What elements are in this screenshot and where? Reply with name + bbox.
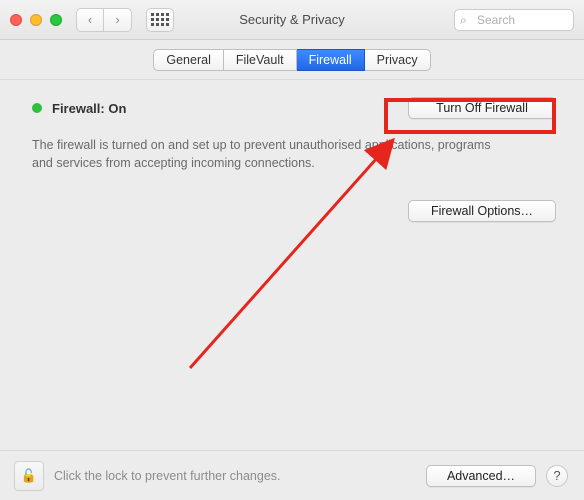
- tab-segmented-control: General FileVault Firewall Privacy: [153, 49, 430, 71]
- firewall-description: The firewall is turned on and set up to …: [32, 137, 512, 172]
- search-input[interactable]: [454, 9, 574, 31]
- tab-privacy[interactable]: Privacy: [365, 49, 431, 71]
- minimize-window-button[interactable]: [30, 14, 42, 26]
- back-button[interactable]: ‹: [76, 8, 104, 32]
- traffic-lights: [10, 14, 62, 26]
- status-row: Firewall: On Turn Off Firewall: [32, 97, 556, 119]
- firewall-pane: Firewall: On Turn Off Firewall The firew…: [0, 80, 584, 450]
- advanced-button[interactable]: Advanced…: [426, 465, 536, 487]
- forward-button[interactable]: ›: [104, 8, 132, 32]
- status-on-indicator-icon: [32, 103, 42, 113]
- tab-general[interactable]: General: [153, 49, 223, 71]
- close-window-button[interactable]: [10, 14, 22, 26]
- turn-off-firewall-button[interactable]: Turn Off Firewall: [408, 97, 556, 119]
- tab-filevault[interactable]: FileVault: [224, 49, 297, 71]
- apps-grid-icon: [151, 13, 169, 26]
- zoom-window-button[interactable]: [50, 14, 62, 26]
- firewall-status-label: Firewall: On: [52, 101, 126, 116]
- firewall-options-button[interactable]: Firewall Options…: [408, 200, 556, 222]
- lock-toggle-button[interactable]: 🔓: [14, 461, 44, 491]
- lock-open-icon: 🔓: [21, 468, 37, 484]
- chevron-left-icon: ‹: [88, 12, 92, 27]
- lock-hint-label: Click the lock to prevent further change…: [54, 469, 281, 483]
- show-all-prefs-button[interactable]: [146, 8, 174, 32]
- window-titlebar: ‹ › Security & Privacy ⌕: [0, 0, 584, 40]
- tab-strip: General FileVault Firewall Privacy: [0, 40, 584, 80]
- tab-firewall[interactable]: Firewall: [297, 49, 365, 71]
- search-wrap: ⌕: [454, 9, 574, 31]
- footer-bar: 🔓 Click the lock to prevent further chan…: [0, 450, 584, 500]
- chevron-right-icon: ›: [115, 12, 119, 27]
- nav-history-group: ‹ ›: [76, 8, 132, 32]
- help-button[interactable]: ?: [546, 465, 568, 487]
